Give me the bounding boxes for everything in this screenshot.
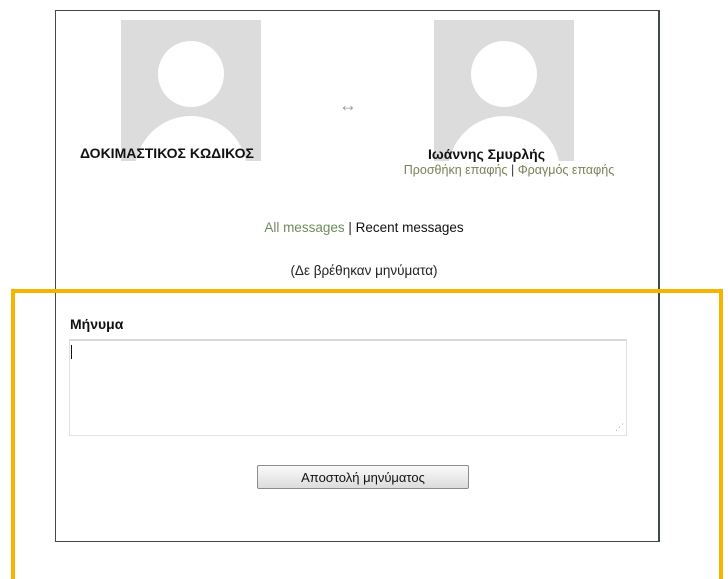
send-message-button[interactable]: Αποστολή μηνύματος: [257, 465, 469, 489]
block-contact-link[interactable]: Φραγμός επαφής: [518, 163, 615, 177]
recent-messages-link[interactable]: Recent messages: [356, 220, 464, 235]
message-label: Μήνυμα: [70, 316, 124, 332]
right-user-name: Ιωάννης Σμυρλής: [428, 146, 546, 162]
all-messages-link[interactable]: All messages: [264, 220, 344, 235]
contact-actions: Προσθήκη επαφής | Φραγμός επαφής: [389, 163, 629, 178]
message-textarea[interactable]: ⋰: [69, 339, 627, 436]
add-contact-link[interactable]: Προσθήκη επαφής: [404, 163, 508, 177]
right-user-avatar: [434, 20, 574, 161]
filter-separator: |: [344, 220, 356, 235]
message-filter-links: All messages | Recent messages: [0, 220, 728, 235]
left-user-name: ΔΟΚΙΜΑΣΤΙΚΟΣ ΚΩΔΙΚΟΣ: [80, 145, 254, 161]
resize-grip-icon[interactable]: ⋰: [615, 422, 624, 433]
no-messages-status: (Δε βρέθηκαν μηνύματα): [290, 263, 438, 278]
swap-icon: ↔: [339, 95, 357, 115]
left-user-avatar: [121, 20, 261, 161]
contact-actions-separator: |: [510, 163, 515, 177]
text-caret: [71, 345, 72, 359]
